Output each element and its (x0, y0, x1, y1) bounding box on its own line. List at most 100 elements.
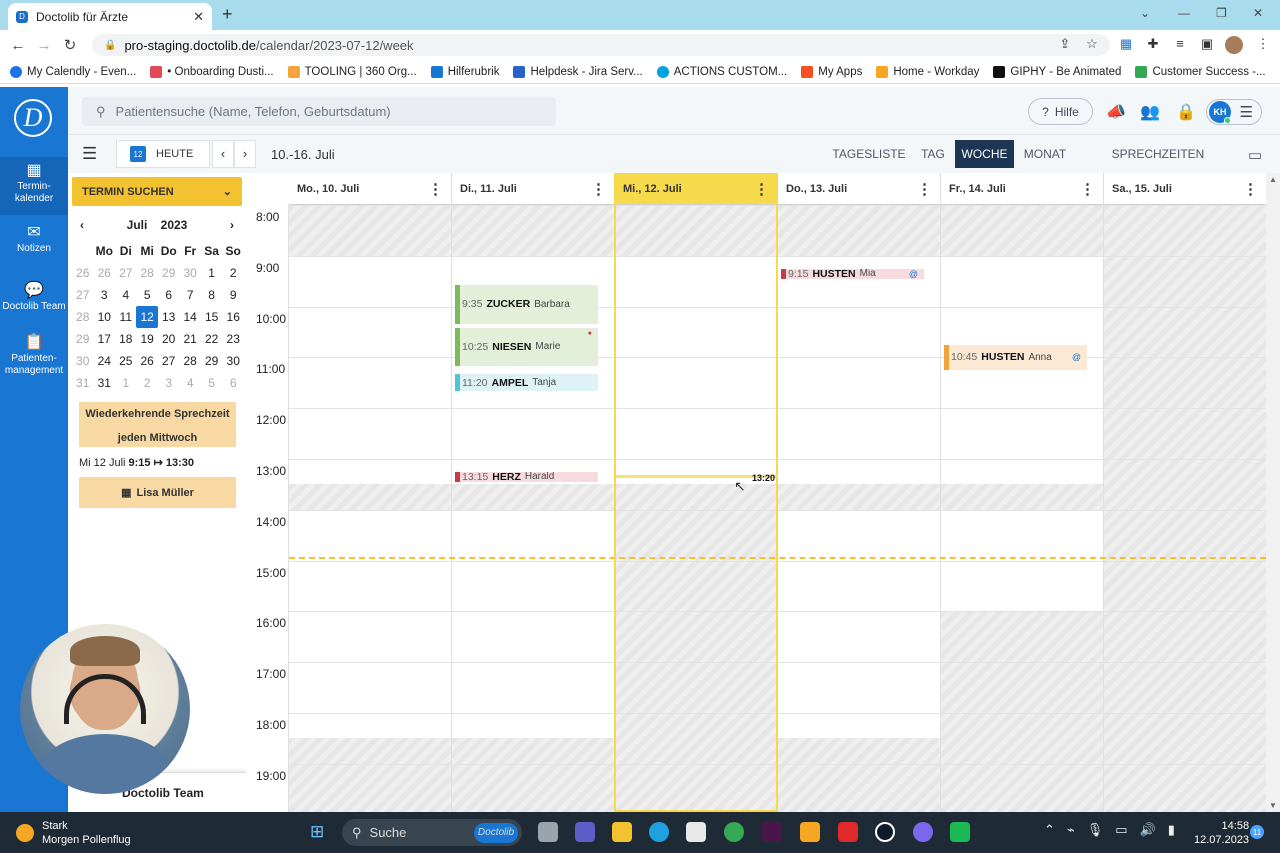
bookmark-5[interactable]: ACTIONS CUSTOM... (656, 65, 787, 78)
termin-suchen-button[interactable]: TERMIN SUCHEN ⌄ (72, 177, 242, 206)
mini-day[interactable]: 11 (115, 306, 136, 328)
mini-day[interactable]: 23 (222, 328, 244, 350)
app-icon[interactable] (913, 822, 933, 842)
rail-item-notizen[interactable]: ✉ Notizen (0, 223, 68, 255)
appointment[interactable]: 10:25 NIESEN Marie ● (455, 327, 598, 366)
mini-day[interactable]: 19 (136, 328, 157, 350)
bookmark-6[interactable]: My Apps (801, 65, 862, 78)
anydesk-icon[interactable] (838, 822, 858, 842)
grid-extension-icon[interactable]: ▦ (1117, 36, 1135, 54)
taskbar-search[interactable]: ⚲ Suche Doctolib (342, 819, 522, 846)
mini-day[interactable]: 3 (158, 372, 180, 394)
mini-day[interactable]: 2 (136, 372, 157, 394)
appointment[interactable]: 9:35 ZUCKER Barbara (455, 285, 598, 324)
mini-day[interactable]: 27 (158, 350, 180, 372)
appointment[interactable]: 10:45 HUSTEN Anna @ (944, 344, 1087, 371)
mini-day[interactable]: 29 (201, 350, 223, 372)
day-column[interactable] (289, 205, 452, 812)
bookmark-1[interactable]: • Onboarding Dusti... (150, 65, 274, 78)
mini-day[interactable]: 13 (158, 306, 180, 328)
mini-day[interactable]: 7 (179, 284, 200, 306)
restore-icon[interactable]: ❐ (1216, 6, 1227, 20)
day-header[interactable]: Di., 11. Juli ⋮ (452, 173, 615, 205)
mini-day[interactable]: 9 (222, 284, 244, 306)
task-view-icon[interactable] (538, 822, 558, 842)
next-week-button[interactable]: › (234, 140, 256, 168)
today-button[interactable]: 12 HEUTE (116, 140, 210, 168)
mini-day[interactable]: 28 (136, 262, 157, 284)
mini-day[interactable]: 1 (115, 372, 136, 394)
mini-day[interactable]: 14 (179, 306, 200, 328)
mini-day[interactable]: 6 (222, 372, 244, 394)
browser-tab[interactable]: D Doctolib für Ärzte ✕ (8, 3, 212, 30)
mini-day[interactable]: 5 (201, 372, 223, 394)
windows-start-icon[interactable]: ⊞ (310, 822, 324, 842)
appointment[interactable]: 9:15 HUSTEN Mia @ (781, 268, 924, 279)
user-menu[interactable]: KH ☰ (1206, 99, 1262, 125)
network-icon[interactable]: ⌁ (1067, 822, 1075, 838)
extensions-icon[interactable]: ✚ (1144, 36, 1162, 54)
bookmark-9[interactable]: Customer Success -... (1135, 65, 1266, 78)
teamviewer-icon[interactable] (875, 822, 895, 842)
day-header[interactable]: Mo., 10. Juli ⋮ (289, 173, 452, 205)
day-column[interactable] (778, 205, 941, 812)
bookmark-3[interactable]: Hilferubrik (430, 65, 499, 78)
bookmark-2[interactable]: TOOLING | 360 Org... (287, 65, 417, 78)
mini-day[interactable]: 24 (93, 350, 115, 372)
mini-day[interactable]: 10 (93, 306, 115, 328)
prev-month-icon[interactable]: ‹ (80, 218, 84, 232)
file-explorer-icon[interactable] (612, 822, 632, 842)
chevron-down-icon[interactable]: ⌄ (1140, 6, 1150, 20)
rail-item-patients[interactable]: 📋 Patienten- management (0, 333, 68, 377)
bookmark-0[interactable]: My Calendly - Even... (10, 65, 136, 78)
mini-day[interactable]: 26 (136, 350, 157, 372)
team-icon[interactable]: 👥 (1140, 102, 1160, 122)
close-tab-icon[interactable]: ✕ (193, 9, 204, 25)
mini-day[interactable]: 28 (179, 350, 200, 372)
day-column[interactable] (941, 205, 1104, 812)
more-vert-icon[interactable]: ⋮ (428, 180, 443, 198)
share-icon[interactable]: ⇪ (1056, 36, 1074, 54)
patient-search-input[interactable]: ⚲ Patientensuche (Name, Telefon, Geburts… (82, 97, 556, 126)
mini-day[interactable]: 18 (115, 328, 136, 350)
day-column[interactable] (1104, 205, 1266, 812)
scroll-up-icon[interactable]: ▲ (1269, 175, 1277, 184)
slack-icon[interactable] (762, 822, 782, 842)
mini-day[interactable]: 20 (158, 328, 180, 350)
weather-widget[interactable]: Stark Morgen Pollenflug (16, 819, 131, 847)
monitor-icon[interactable]: ▭ (1248, 146, 1262, 164)
mini-day[interactable]: 30 (222, 350, 244, 372)
prev-week-button[interactable]: ‹ (212, 140, 234, 168)
app-icon[interactable] (950, 822, 970, 842)
forward-icon[interactable]: → (31, 37, 57, 54)
mini-day[interactable]: 31 (93, 372, 115, 394)
rail-item-team[interactable]: 💬 Doctolib Team (0, 281, 68, 313)
more-vert-icon[interactable]: ⋮ (591, 180, 606, 198)
star-icon[interactable]: ☆ (1083, 36, 1101, 54)
mini-day[interactable]: 4 (115, 284, 136, 306)
practitioner-button[interactable]: ▦ Lisa Müller (79, 477, 236, 508)
bookmark-4[interactable]: Helpdesk - Jira Serv... (513, 65, 643, 78)
mini-day[interactable]: 3 (93, 284, 115, 306)
microphone-icon[interactable]: 🎙 (1087, 822, 1104, 838)
store-icon[interactable] (686, 822, 706, 842)
more-vert-icon[interactable]: ⋮ (917, 180, 932, 198)
mini-day[interactable]: 30 (179, 262, 200, 284)
mini-day[interactable]: 6 (158, 284, 180, 306)
recurring-slot-info[interactable]: Wiederkehrende Sprechzeit jeden Mittwoch (79, 402, 236, 447)
sprechzeiten-aendern-button[interactable]: SPRECHZEITEN ÄNDERN (1086, 140, 1230, 189)
mini-day[interactable]: 16 (222, 306, 244, 328)
next-month-icon[interactable]: › (230, 218, 234, 232)
volume-icon[interactable]: 🔊 (1140, 822, 1156, 838)
mini-day[interactable]: 26 (93, 262, 115, 284)
more-vert-icon[interactable]: ⋮ (1080, 180, 1095, 198)
view-tagesliste-button[interactable]: TAGESLISTE (828, 140, 910, 168)
mini-day[interactable]: 25 (115, 350, 136, 372)
scroll-down-icon[interactable]: ▼ (1269, 801, 1277, 810)
appointment[interactable]: 11:20 AMPEL Tanja (455, 374, 598, 392)
hamburger-icon[interactable]: ☰ (82, 144, 97, 164)
mini-day[interactable]: 21 (179, 328, 200, 350)
minimize-icon[interactable]: — (1178, 6, 1190, 20)
app-icon[interactable] (800, 822, 820, 842)
chevron-up-icon[interactable]: ⌃ (1044, 822, 1055, 838)
